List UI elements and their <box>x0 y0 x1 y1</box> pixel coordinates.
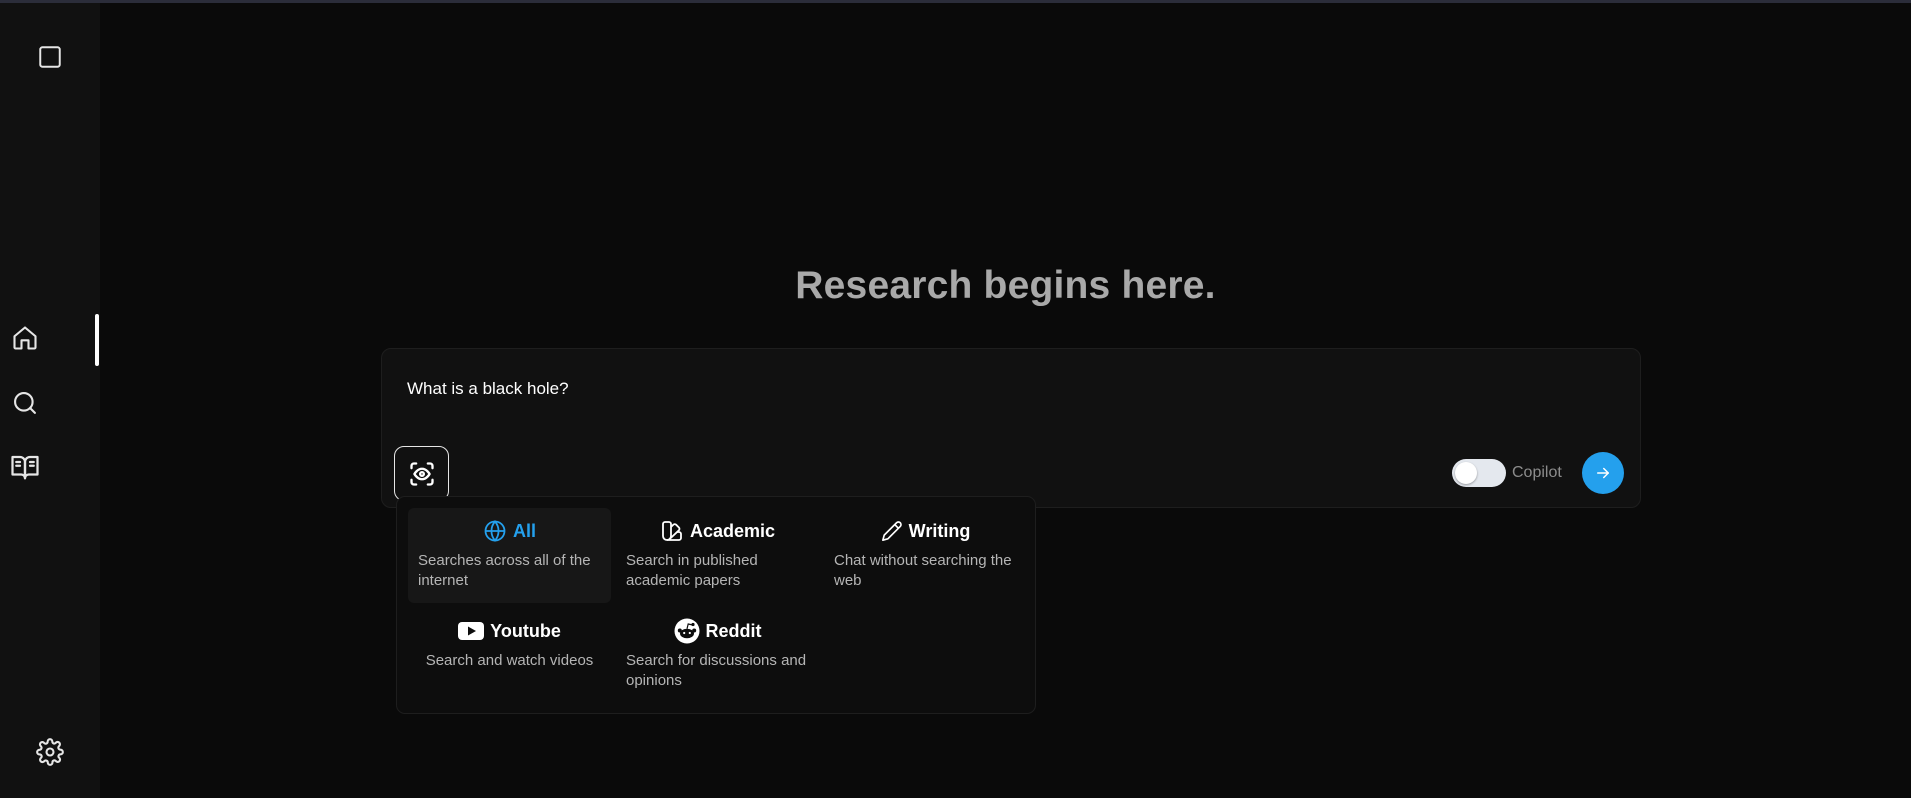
search-input[interactable] <box>407 379 1507 399</box>
reddit-icon <box>674 618 699 644</box>
book-open-icon <box>11 455 39 480</box>
send-button[interactable] <box>1582 452 1624 494</box>
search-box: Copilot <box>381 348 1641 508</box>
pencil-icon <box>881 521 902 541</box>
toggle-knob <box>1455 462 1477 484</box>
home-icon <box>13 326 37 350</box>
focus-option-title: Academic <box>689 520 776 541</box>
square-icon <box>39 46 61 68</box>
gear-icon <box>36 738 64 766</box>
sidebar <box>0 3 100 798</box>
copilot-label: Copilot <box>1512 464 1562 481</box>
swatch-book-icon <box>662 521 682 541</box>
focus-option-title: Writing <box>908 520 971 541</box>
youtube-icon <box>458 622 485 640</box>
search-icon <box>14 392 36 414</box>
focus-option-all[interactable]: All Searches across all of the internet <box>408 508 611 603</box>
focus-option-description: Search in published academic papers <box>626 552 758 589</box>
scan-eye-icon <box>409 461 434 486</box>
active-indicator <box>95 314 99 366</box>
focus-option-reddit[interactable]: Reddit Search for discussions and opinio… <box>616 608 819 703</box>
focus-option-description: Search and watch videos <box>425 652 594 669</box>
focus-mode-button[interactable] <box>394 446 449 501</box>
focus-option-academic[interactable]: Academic Search in published academic pa… <box>616 508 819 603</box>
focus-option-youtube[interactable]: Youtube Search and watch videos <box>408 608 611 703</box>
focus-option-description: Search for discussions and opinions <box>626 652 807 689</box>
sidebar-item-discover[interactable] <box>5 383 45 423</box>
new-chat-button[interactable] <box>30 37 70 77</box>
main-area: Research begins here. Copilot <box>100 3 1911 798</box>
focus-mode-dropdown: All Searches across all of the internet … <box>396 496 1036 714</box>
focus-option-description: Searches across all of the internet <box>418 552 591 589</box>
focus-option-title: All <box>512 520 536 541</box>
arrow-right-icon <box>1597 467 1609 479</box>
settings-button[interactable] <box>30 732 70 772</box>
focus-option-title: Youtube <box>490 620 561 641</box>
copilot-toggle[interactable] <box>1452 459 1506 487</box>
focus-option-title: Reddit <box>705 620 762 641</box>
sidebar-item-home[interactable] <box>5 318 45 358</box>
sidebar-item-library[interactable] <box>5 447 45 487</box>
focus-option-writing[interactable]: Writing Chat without searching the web <box>824 508 1027 603</box>
focus-option-description: Chat without searching the web <box>834 552 1012 589</box>
page-title: Research begins here. <box>795 264 1216 307</box>
globe-icon <box>484 520 506 542</box>
